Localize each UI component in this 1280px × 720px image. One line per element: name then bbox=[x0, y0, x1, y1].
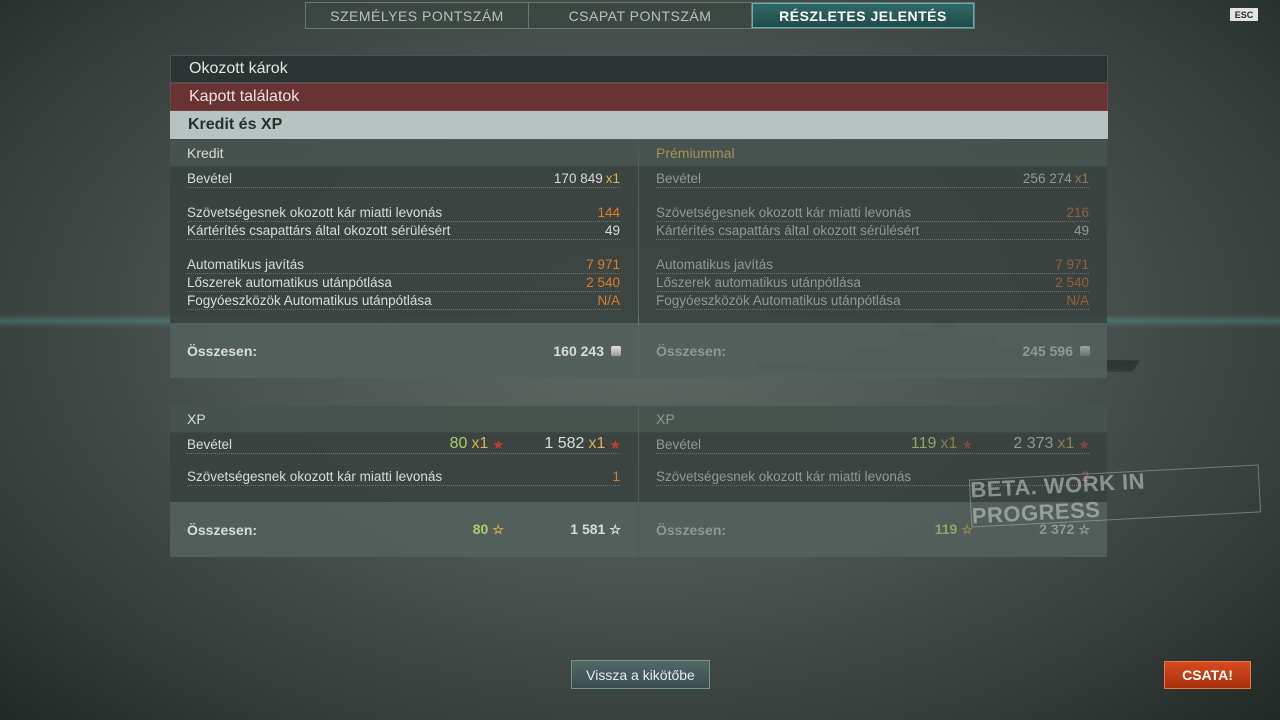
credit-compensation-row: Kártérítés csapattárs által okozott sérü… bbox=[187, 222, 620, 240]
credit-ally-damage-label: Szövetségesnek okozott kár miatti levoná… bbox=[187, 205, 443, 220]
premium-xp-income-values: 119 x1 ★ 2 373 x1 ★ bbox=[873, 434, 1090, 454]
xp-captain-income-multiplier: x1 bbox=[588, 435, 606, 452]
white-star-icon: ☆ bbox=[609, 521, 621, 537]
xp-total-label: Összesen: bbox=[187, 521, 258, 538]
xp-ally-damage-value: 1 bbox=[612, 469, 620, 484]
xp-total-row: Összesen: 80 ☆ 1 581 ☆ bbox=[170, 502, 638, 557]
credit-repair-label: Automatikus javítás bbox=[187, 257, 305, 272]
premium-xp-total-ship-value: 119 bbox=[934, 521, 958, 537]
red-star-icon: ★ bbox=[492, 436, 504, 452]
premium-xp-ship-income-multiplier: x1 bbox=[940, 435, 958, 452]
premium-ally-damage-label: Szövetségesnek okozott kár miatti levoná… bbox=[656, 205, 912, 220]
xp-ship-income-value: 80 bbox=[449, 435, 468, 452]
tab-personal-score[interactable]: SZEMÉLYES PONTSZÁM bbox=[306, 3, 529, 28]
credit-panel: Kredit Bevétel 170 849 x1 Szövetségesnek … bbox=[170, 140, 638, 378]
premium-xp-income-label: Bevétel bbox=[656, 437, 702, 452]
premium-total-row: Összesen: 245 596 bbox=[639, 323, 1107, 378]
xp-income-values: 80 x1 ★ 1 582 x1 ★ bbox=[404, 434, 621, 454]
credit-income-multiplier: x1 bbox=[605, 171, 620, 186]
red-star-icon: ★ bbox=[1078, 436, 1090, 452]
credit-panel-title: Kredit bbox=[170, 140, 638, 167]
credit-ammo-value: 2 540 bbox=[586, 275, 620, 290]
credit-consumables-value: N/A bbox=[597, 293, 620, 308]
xp-panel-title: XP bbox=[170, 406, 638, 433]
section-damage-dealt[interactable]: Okozott károk bbox=[170, 55, 1108, 83]
premium-compensation-value: 49 bbox=[1073, 223, 1089, 238]
credit-consumables-label: Fogyóeszközök Automatikus utánpótlása bbox=[187, 293, 432, 308]
credit-ammo-label: Lőszerek automatikus utánpótlása bbox=[187, 275, 392, 290]
premium-repair-row: Automatikus javítás 7 971 bbox=[656, 256, 1089, 274]
premium-income-row: Bevétel 256 274 x1 bbox=[656, 170, 1089, 188]
premium-ammo-row: Lőszerek automatikus utánpótlása 2 540 bbox=[656, 274, 1089, 292]
credit-panel-body: Bevétel 170 849 x1 Szövetségesnek okozott… bbox=[170, 167, 638, 323]
esc-close-button[interactable]: ESC bbox=[1230, 8, 1258, 21]
premium-income-multiplier: x1 bbox=[1074, 171, 1089, 186]
back-to-port-button[interactable]: Vissza a kikötőbe bbox=[571, 660, 710, 689]
xp-ally-damage-row: Szövetségesnek okozott kár miatti levoná… bbox=[187, 468, 620, 486]
credit-compensation-label: Kártérítés csapattárs által okozott sérü… bbox=[187, 223, 451, 238]
section-hits-received[interactable]: Kapott találatok bbox=[170, 83, 1108, 111]
xp-total-ship-value: 80 bbox=[472, 521, 489, 537]
credit-repair-row: Automatikus javítás 7 971 bbox=[187, 256, 620, 274]
battle-button[interactable]: CSATA! bbox=[1164, 661, 1251, 689]
xp-income-label: Bevétel bbox=[187, 437, 233, 452]
premium-xp-ship-income-value: 119 bbox=[910, 435, 937, 452]
premium-panel-title: Prémiummal bbox=[639, 140, 1107, 167]
premium-xp-total-label: Összesen: bbox=[656, 521, 727, 538]
red-star-icon: ★ bbox=[609, 436, 621, 452]
xp-panel-body: Bevétel 80 x1 ★ 1 582 x1 ★ Szövetségesne… bbox=[170, 433, 638, 502]
xp-captain-income-value: 1 582 bbox=[544, 435, 585, 452]
xp-total-captain-value: 1 581 bbox=[570, 521, 606, 537]
credit-ally-damage-value: 144 bbox=[597, 205, 620, 220]
section-credit-xp[interactable]: Kredit és XP bbox=[170, 111, 1108, 139]
premium-consumables-value: N/A bbox=[1066, 293, 1089, 308]
credit-coin-icon bbox=[1080, 345, 1090, 356]
premium-compensation-label: Kártérítés csapattárs által okozott sérü… bbox=[656, 223, 920, 238]
tab-detailed-report[interactable]: RÉSZLETES JELENTÉS bbox=[752, 3, 974, 28]
premium-ammo-label: Lőszerek automatikus utánpótlása bbox=[656, 275, 861, 290]
premium-income-label: Bevétel bbox=[656, 171, 702, 186]
premium-credit-panel: Prémiummal Bevétel 256 274 x1 Szövetséges… bbox=[639, 140, 1107, 378]
tab-team-score[interactable]: CSAPAT PONTSZÁM bbox=[529, 3, 752, 28]
credit-consumables-row: Fogyóeszközök Automatikus utánpótlása N/… bbox=[187, 292, 620, 310]
premium-xp-captain-income-multiplier: x1 bbox=[1057, 435, 1075, 452]
premium-consumables-label: Fogyóeszközök Automatikus utánpótlása bbox=[656, 293, 901, 308]
premium-repair-value: 7 971 bbox=[1055, 257, 1089, 272]
premium-xp-panel-title: XP bbox=[639, 406, 1107, 433]
premium-repair-label: Automatikus javítás bbox=[656, 257, 774, 272]
xp-ally-damage-label: Szövetségesnek okozott kár miatti levoná… bbox=[187, 469, 443, 484]
credit-ally-damage-row: Szövetségesnek okozott kár miatti levoná… bbox=[187, 204, 620, 222]
premium-xp-ally-damage-label: Szövetségesnek okozott kár miatti levoná… bbox=[656, 469, 912, 484]
premium-total-value: 245 596 bbox=[1022, 342, 1073, 359]
premium-ammo-value: 2 540 bbox=[1055, 275, 1089, 290]
credit-income-label: Bevétel bbox=[187, 171, 233, 186]
premium-ally-damage-row: Szövetségesnek okozott kár miatti levoná… bbox=[656, 204, 1089, 222]
premium-xp-captain-income-value: 2 373 bbox=[1013, 435, 1054, 452]
premium-ally-damage-value: 216 bbox=[1066, 205, 1089, 220]
results-tabs: SZEMÉLYES PONTSZÁM CSAPAT PONTSZÁM RÉSZL… bbox=[305, 2, 975, 29]
credit-coin-icon bbox=[611, 345, 621, 356]
white-star-icon: ☆ bbox=[1078, 521, 1090, 537]
credit-repair-value: 7 971 bbox=[586, 257, 620, 272]
credit-compensation-value: 49 bbox=[604, 223, 620, 238]
credit-total-value: 160 243 bbox=[553, 342, 604, 359]
premium-consumables-row: Fogyóeszközök Automatikus utánpótlása N/… bbox=[656, 292, 1089, 310]
xp-ship-income-multiplier: x1 bbox=[471, 435, 489, 452]
credit-ammo-row: Lőszerek automatikus utánpótlása 2 540 bbox=[187, 274, 620, 292]
red-star-icon: ★ bbox=[961, 436, 973, 452]
premium-compensation-row: Kártérítés csapattárs által okozott sérü… bbox=[656, 222, 1089, 240]
gold-star-icon: ☆ bbox=[492, 521, 504, 537]
premium-total-label: Összesen: bbox=[656, 342, 727, 359]
xp-panel: XP Bevétel 80 x1 ★ 1 582 x1 ★ Szövetsége… bbox=[170, 406, 638, 557]
premium-income-value: 256 274 bbox=[1022, 171, 1072, 186]
premium-panel-body: Bevétel 256 274 x1 Szövetségesnek okozott… bbox=[639, 167, 1107, 323]
credit-total-label: Összesen: bbox=[187, 342, 258, 359]
credit-total-row: Összesen: 160 243 bbox=[170, 323, 638, 378]
credit-income-value: 170 849 bbox=[553, 171, 603, 186]
credit-income-row: Bevétel 170 849 x1 bbox=[187, 170, 620, 188]
